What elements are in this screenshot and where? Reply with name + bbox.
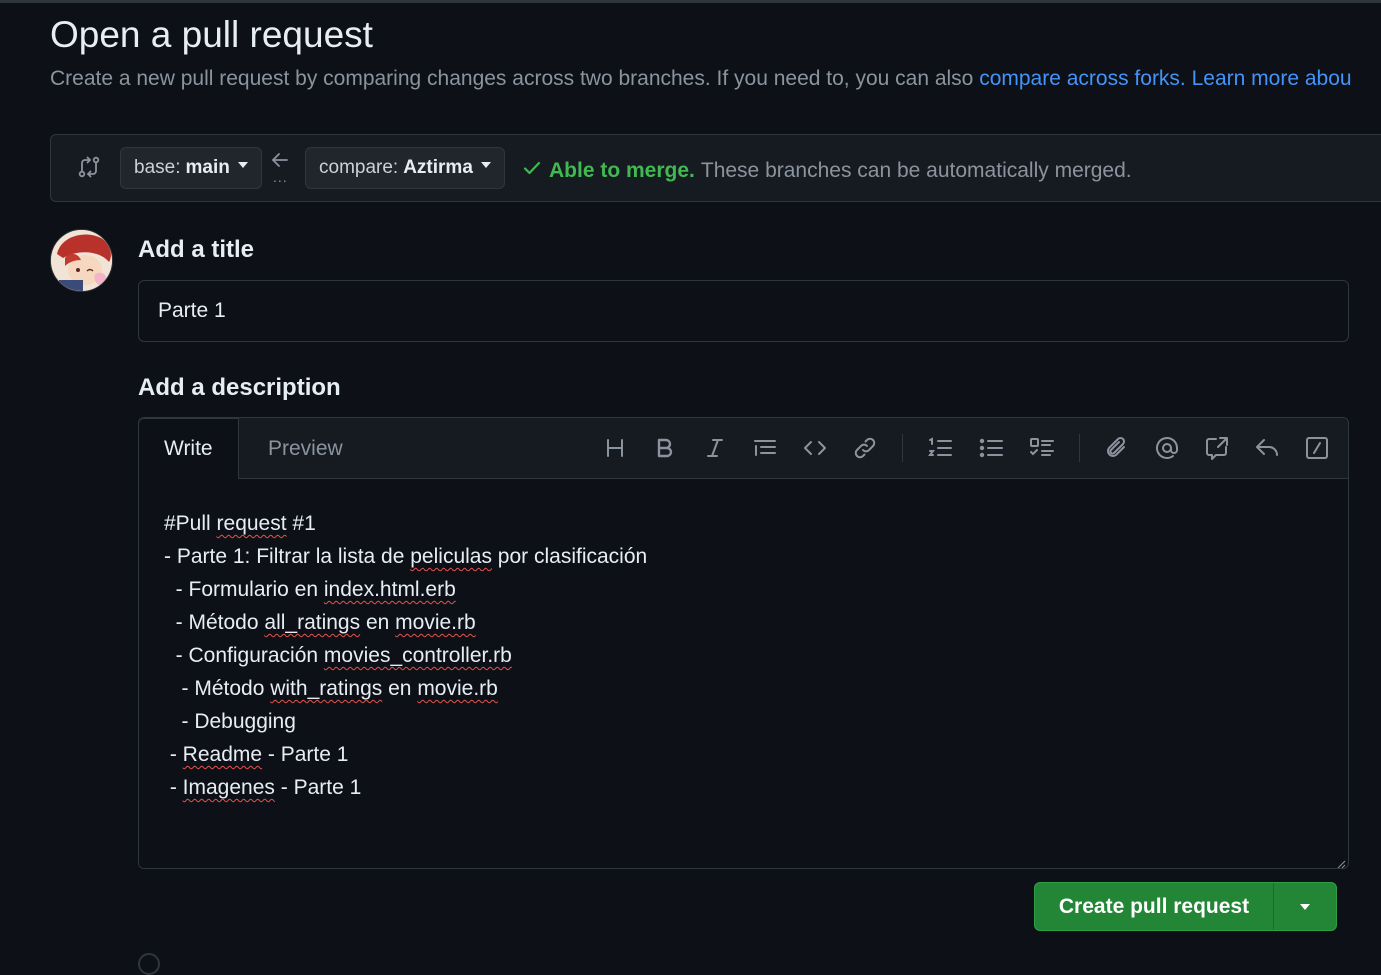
- bold-icon[interactable]: [652, 435, 678, 461]
- quote-icon[interactable]: [752, 435, 778, 461]
- text-run: por clasificación: [491, 545, 648, 568]
- text-run: - Parte 1: [262, 743, 349, 766]
- text-run: #Pull: [164, 512, 217, 535]
- misspelled-word: with_ratings: [270, 677, 383, 700]
- create-options-dropdown[interactable]: [1274, 883, 1336, 930]
- caret-down-icon: [480, 162, 491, 168]
- arrow-left-icon: [269, 149, 291, 171]
- misspelled-word: movie.rb: [395, 611, 476, 634]
- base-branch-select[interactable]: base: main: [120, 147, 262, 189]
- text-run: - Configuración: [164, 644, 324, 667]
- toolbar-divider: [1079, 434, 1080, 462]
- description-line: - Formulario en index.html.erb: [164, 573, 1323, 606]
- title-heading: Add a title: [138, 236, 255, 263]
- ordered-list-icon[interactable]: [927, 435, 953, 461]
- text-run: - Debugging: [164, 710, 296, 733]
- heading-icon[interactable]: [602, 435, 628, 461]
- subtitle-text: Create a new pull request by comparing c…: [50, 67, 980, 90]
- page-subtitle: Create a new pull request by comparing c…: [50, 67, 1352, 91]
- slash-commands-icon[interactable]: [1304, 435, 1330, 461]
- text-run: #1: [286, 512, 316, 535]
- text-run: -: [164, 743, 183, 766]
- description-editor: Write Preview #Pull request #1 - Parte 1…: [138, 417, 1349, 869]
- description-line: - Debugging: [164, 705, 1323, 738]
- text-run: - Parte 1: [274, 776, 362, 799]
- compare-across-forks-link[interactable]: compare across forks.: [979, 67, 1186, 90]
- description-line: - Readme - Parte 1: [164, 738, 1323, 771]
- merge-ok-text: Able to merge.: [549, 159, 695, 182]
- range-dots: ...: [273, 169, 288, 185]
- misspelled-word: movies_controller.rb: [323, 644, 512, 667]
- pr-title-input[interactable]: [138, 280, 1349, 342]
- text-run: - Formulario en: [164, 578, 324, 601]
- link-icon[interactable]: [852, 435, 878, 461]
- text-run: -: [164, 776, 183, 799]
- editor-toolbar: Write Preview: [139, 418, 1348, 480]
- task-list-icon[interactable]: [1029, 435, 1055, 461]
- create-pull-request-button-group: Create pull request: [1034, 882, 1337, 931]
- misspelled-word: Imagenes: [182, 776, 275, 799]
- text-run: en: [382, 677, 418, 700]
- page-title: Open a pull request: [50, 14, 373, 55]
- top-border: [0, 0, 1381, 3]
- base-branch-name: main: [185, 157, 230, 178]
- avatar: [50, 229, 113, 292]
- git-compare-icon: [77, 155, 101, 179]
- text-run: - Método: [164, 611, 265, 634]
- misspelled-word: request: [216, 512, 287, 535]
- check-icon: [521, 157, 543, 185]
- code-icon[interactable]: [802, 435, 828, 461]
- compare-branch-name: Aztirma: [403, 157, 473, 178]
- compare-branch-select[interactable]: compare: Aztirma: [305, 147, 505, 189]
- description-line: - Parte 1: Filtrar la lista de peliculas…: [164, 540, 1323, 573]
- text-run: en: [360, 611, 396, 634]
- tab-preview[interactable]: Preview: [243, 418, 368, 479]
- branch-compare-bar: base: main ... compare: Aztirma Able to …: [50, 134, 1381, 202]
- misspelled-word: Readme: [182, 743, 263, 766]
- description-line: - Método all_ratings en movie.rb: [164, 606, 1323, 639]
- attach-icon[interactable]: [1104, 435, 1130, 461]
- caret-down-icon: [1300, 903, 1310, 910]
- learn-more-link[interactable]: Learn more abou: [1192, 67, 1352, 90]
- reply-icon[interactable]: [1254, 435, 1280, 461]
- description-textarea[interactable]: #Pull request #1- Parte 1: Filtrar la li…: [139, 479, 1348, 868]
- merge-detail-text: These branches can be automatically merg…: [700, 159, 1132, 182]
- base-label: base:: [134, 157, 181, 178]
- misspelled-word: all_ratings: [264, 611, 361, 634]
- reference-icon[interactable]: [1204, 435, 1230, 461]
- compare-label: compare:: [319, 157, 399, 178]
- description-line: #Pull request #1: [164, 507, 1323, 540]
- resize-grip-icon[interactable]: [1336, 856, 1346, 868]
- description-line: - Configuración movies_controller.rb: [164, 639, 1323, 672]
- description-line: - Imagenes - Parte 1: [164, 771, 1323, 804]
- text-run: - Método: [164, 677, 271, 700]
- tab-write[interactable]: Write: [139, 418, 239, 480]
- italic-icon[interactable]: [702, 435, 728, 461]
- misspelled-word: peliculas: [410, 545, 492, 568]
- misspelled-word: index.html.erb: [323, 578, 456, 601]
- unordered-list-icon[interactable]: [978, 435, 1004, 461]
- caret-down-icon: [237, 162, 248, 168]
- description-line: - Método with_ratings en movie.rb: [164, 672, 1323, 705]
- partial-avatar-outline: [138, 953, 160, 975]
- mention-icon[interactable]: [1154, 435, 1180, 461]
- misspelled-word: movie.rb: [417, 677, 498, 700]
- text-run: - Parte 1: Filtrar la lista de: [164, 545, 411, 568]
- create-pull-request-button[interactable]: Create pull request: [1035, 883, 1273, 930]
- toolbar-divider: [902, 434, 903, 462]
- merge-status: Able to merge. These branches can be aut…: [521, 157, 1132, 185]
- description-heading: Add a description: [138, 374, 341, 401]
